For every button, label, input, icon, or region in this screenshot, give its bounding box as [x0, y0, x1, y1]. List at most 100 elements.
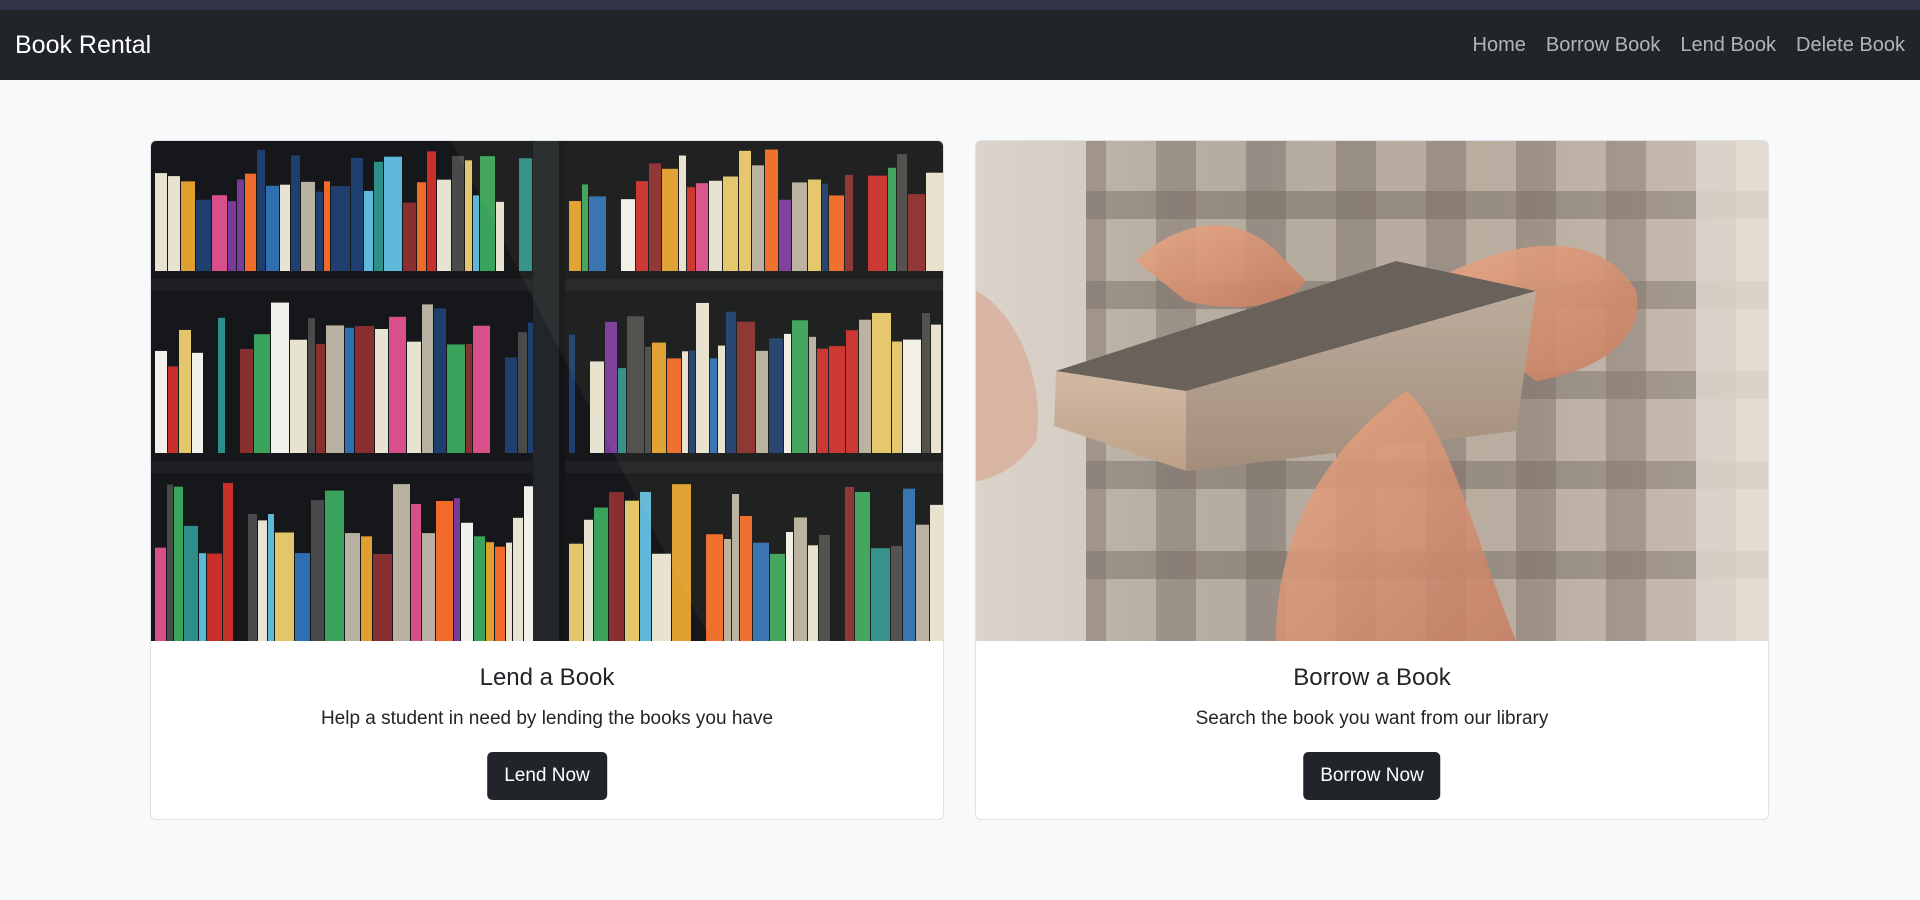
book-spine	[212, 195, 227, 271]
book-spine	[473, 325, 490, 453]
book-spine	[168, 366, 178, 453]
book-spine	[257, 149, 265, 271]
book-spine	[291, 155, 300, 271]
book-spine	[199, 553, 206, 641]
book-spine	[345, 327, 354, 453]
book-spine	[207, 553, 222, 641]
nav-link-delete-book[interactable]: Delete Book	[1796, 34, 1905, 57]
lend-card-body: Lend a Book Help a student in need by le…	[151, 641, 943, 819]
book-spine	[422, 533, 435, 641]
book-spine	[266, 185, 279, 271]
lend-card-title: Lend a Book	[479, 664, 615, 691]
book-spine	[495, 546, 505, 641]
navbar-brand[interactable]: Book Rental	[15, 32, 151, 58]
lend-now-button[interactable]: Lend Now	[487, 752, 607, 800]
book-spine	[240, 348, 253, 453]
book-spine	[437, 179, 451, 271]
book-spine	[373, 553, 392, 641]
book-spine	[308, 318, 315, 453]
book-spine	[258, 520, 267, 641]
book-spine	[218, 317, 225, 453]
book-spine	[375, 328, 388, 453]
bookshelf-image	[151, 141, 943, 641]
borrow-card-title: Borrow a Book	[1293, 664, 1451, 691]
book-spine	[384, 156, 402, 271]
book-spine	[155, 547, 166, 641]
book-spine	[179, 329, 191, 453]
nav-link-home[interactable]: Home	[1473, 34, 1526, 57]
book-spine	[167, 484, 173, 641]
book-spine	[248, 513, 257, 641]
book-spine	[609, 492, 624, 641]
nav-links: Home Borrow Book Lend Book Delete Book	[1473, 34, 1905, 57]
book-spine	[228, 201, 236, 271]
book-spine	[407, 341, 421, 453]
book-spine	[452, 156, 464, 271]
book-spine	[245, 173, 256, 271]
navbar: Book Rental Home Borrow Book Lend Book D…	[0, 10, 1920, 80]
borrow-card-body: Borrow a Book Search the book you want f…	[976, 641, 1768, 819]
book-spine	[290, 339, 307, 453]
book-spine	[427, 151, 436, 271]
book-spine	[403, 202, 416, 271]
book-spine	[447, 344, 465, 453]
borrow-now-button[interactable]: Borrow Now	[1303, 752, 1441, 800]
book-spine	[316, 191, 323, 271]
window-top-strip	[0, 0, 1920, 10]
book-spine	[168, 176, 180, 271]
book-spine	[254, 334, 270, 453]
book-spine	[280, 184, 290, 271]
book-spine	[237, 179, 244, 271]
book-spine	[155, 173, 167, 271]
book-spine	[518, 332, 527, 453]
book-spine	[311, 500, 324, 641]
book-spine	[454, 498, 460, 641]
book-spine	[295, 553, 310, 641]
book-spine	[275, 532, 294, 641]
book-spine	[325, 490, 344, 641]
book-spine	[331, 186, 350, 271]
book-spine	[196, 199, 211, 271]
book-spine	[361, 536, 372, 641]
nav-link-lend-book[interactable]: Lend Book	[1680, 34, 1776, 57]
book-spine	[513, 517, 523, 641]
book-spine	[411, 504, 421, 641]
book-spine	[434, 308, 446, 453]
borrow-card-text: Search the book you want from our librar…	[1195, 708, 1549, 729]
book-spine	[155, 350, 167, 453]
book-spine	[223, 483, 233, 641]
book-spine	[355, 326, 374, 453]
book-spine	[316, 343, 325, 453]
lend-card-text: Help a student in need by lending the bo…	[320, 708, 774, 729]
book-spine	[268, 514, 274, 641]
book-spine	[473, 195, 479, 271]
book-spine	[271, 302, 289, 453]
book-spine	[417, 182, 426, 271]
book-spine	[474, 536, 485, 641]
book-spine	[584, 519, 593, 641]
book-spine	[436, 500, 453, 641]
book-spine	[192, 352, 203, 453]
book-spine	[652, 553, 671, 641]
nav-link-borrow-book[interactable]: Borrow Book	[1546, 34, 1661, 57]
book-spine	[364, 190, 373, 271]
book-spine	[324, 181, 330, 271]
book-spine	[461, 522, 473, 641]
borrow-card: Borrow a Book Search the book you want f…	[975, 140, 1769, 820]
book-spine	[351, 157, 363, 271]
book-spine	[174, 486, 183, 641]
book-spine	[345, 533, 360, 641]
book-spine	[486, 542, 494, 641]
book-handover-image	[976, 141, 1768, 641]
book-spine	[422, 304, 433, 453]
book-spine	[389, 316, 406, 453]
lend-card: Lend a Book Help a student in need by le…	[150, 140, 944, 820]
book-spine	[181, 181, 195, 271]
book-spine	[625, 500, 639, 641]
book-spine	[374, 161, 383, 271]
book-spine	[184, 525, 198, 641]
book-spine	[393, 484, 410, 641]
book-spine	[466, 343, 472, 453]
book-spine	[594, 507, 608, 641]
book-spine	[301, 181, 315, 271]
